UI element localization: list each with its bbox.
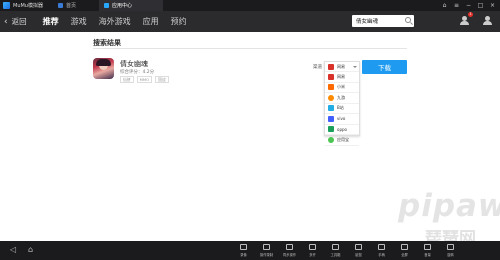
home-window-icon[interactable]: ⌂: [441, 0, 448, 11]
macro-icon: [263, 244, 270, 250]
chevron-left-icon: ‹: [4, 16, 8, 27]
camera-icon: [240, 244, 247, 250]
minimize-icon[interactable]: −: [465, 0, 472, 11]
menu-icon[interactable]: ≡: [453, 0, 460, 11]
bottom-bar: ◁ ⌂ 录像 操作录制 同步操作 多开 工具箱 键鼠 手柄 全屏 音量 旋转: [0, 241, 500, 260]
nav-tab-overseas-games[interactable]: 海外游戏: [99, 16, 131, 27]
vivo-icon: [328, 115, 334, 122]
search-input[interactable]: 倩女幽魂: [352, 15, 414, 27]
chevron-down-icon: [353, 65, 357, 68]
channel-label: 渠道: [313, 65, 322, 70]
rotate-icon: [447, 244, 454, 250]
channel-dropdown[interactable]: 网易 网易 小米 九游 B站 vivo oppo 应用宝: [324, 61, 360, 146]
game-tag: 国战: [155, 76, 169, 83]
home-tab-icon: [57, 3, 63, 8]
tool-macro-record[interactable]: 操作录制: [255, 242, 278, 257]
keyboard-icon: [355, 244, 362, 250]
netease-icon: [328, 63, 334, 70]
fullscreen-icon: [401, 244, 408, 250]
tab-app-center[interactable]: 应用中心: [98, 0, 163, 11]
back-label: 返回: [11, 17, 27, 26]
tool-multi-instance[interactable]: 多开: [301, 242, 324, 257]
channel-option-label: 小米: [337, 84, 345, 90]
channel-option-oppo[interactable]: oppo: [325, 125, 359, 135]
nav-tab-reservation[interactable]: 预约: [171, 16, 187, 27]
search-input-value: 倩女幽魂: [356, 19, 379, 25]
tool-rotate[interactable]: 旋转: [439, 242, 462, 257]
netease-icon: [328, 73, 334, 80]
jiuyou-icon: [328, 94, 334, 101]
tool-sync-operation[interactable]: 同步操作: [278, 242, 301, 257]
tool-volume[interactable]: 音量: [416, 242, 439, 257]
xiaomi-icon: [328, 84, 334, 91]
bilibili-icon: [328, 105, 334, 112]
sync-icon: [286, 244, 293, 250]
channel-option-bilibili[interactable]: B站: [325, 104, 359, 114]
channel-option-yingyongbao[interactable]: 应用宝: [325, 135, 359, 146]
android-back-icon[interactable]: ◁: [10, 245, 16, 254]
nav-tab-apps[interactable]: 应用: [143, 16, 159, 27]
close-icon[interactable]: ×: [489, 0, 496, 11]
tool-toolbox[interactable]: 工具箱: [324, 242, 347, 257]
bottom-toolbar: 录像 操作录制 同步操作 多开 工具箱 键鼠 手柄 全屏 音量 旋转: [232, 242, 462, 257]
toolbox-icon: [332, 244, 339, 250]
gamepad-icon: [378, 244, 385, 250]
volume-icon: [424, 244, 431, 250]
section-title: 搜索结果: [93, 39, 121, 47]
channel-option-jiuyou[interactable]: 九游: [325, 93, 359, 104]
oppo-icon: [328, 126, 334, 133]
channel-option-vivo[interactable]: vivo: [325, 114, 359, 125]
channel-option-label: 九游: [337, 94, 345, 100]
tab-home[interactable]: 首页: [53, 0, 81, 11]
tool-keymap[interactable]: 键鼠: [347, 242, 370, 257]
channel-option-label: oppo: [337, 126, 347, 132]
window-controls: ⌂ ≡ − □ ×: [441, 0, 496, 11]
app-title: MuMu模拟器: [13, 3, 43, 9]
android-home-icon[interactable]: ⌂: [28, 245, 33, 254]
notification-badge: 1: [468, 12, 473, 17]
game-tag: MMO: [136, 76, 153, 83]
nav-tabs: 推荐 游戏 海外游戏 应用 预约: [31, 16, 187, 27]
app-center-tab-icon: [103, 3, 109, 8]
tool-record-video[interactable]: 录像: [232, 242, 255, 257]
yingyongbao-icon: [328, 136, 334, 143]
tab-home-label: 首页: [65, 3, 76, 9]
search-icon[interactable]: [405, 17, 411, 23]
profile-icon[interactable]: [483, 16, 492, 26]
nav-bar: ‹ 返回 推荐 游戏 海外游戏 应用 预约 倩女幽魂: [0, 11, 500, 32]
game-tag: 仙侠: [120, 76, 134, 83]
download-button[interactable]: 下载: [362, 60, 407, 74]
section-divider: [93, 48, 407, 49]
back-button[interactable]: ‹ 返回: [4, 16, 27, 27]
multi-instance-icon: [309, 244, 316, 250]
tool-gamepad[interactable]: 手柄: [370, 242, 393, 257]
channel-option-netease[interactable]: 网易: [325, 72, 359, 83]
mumu-logo-icon: [3, 2, 10, 9]
nav-tab-recommend[interactable]: 推荐: [43, 16, 59, 27]
tab-app-center-label: 应用中心: [111, 3, 132, 9]
channel-option-label: vivo: [337, 116, 346, 122]
channel-selected-label: 网易: [337, 63, 345, 69]
channel-option-xiaomi[interactable]: 小米: [325, 83, 359, 93]
tool-fullscreen[interactable]: 全屏: [393, 242, 416, 257]
nav-tab-games[interactable]: 游戏: [71, 16, 87, 27]
channel-select-current[interactable]: 网易: [325, 62, 359, 72]
title-bar: MuMu模拟器 首页 应用中心 ⌂ ≡ − □ ×: [0, 0, 500, 11]
game-rating: 综合评分：4.2分: [120, 70, 155, 75]
user-account-icon[interactable]: [460, 16, 469, 26]
pipaw-watermark: pipaw: [398, 188, 500, 224]
maximize-icon[interactable]: □: [477, 0, 484, 11]
channel-option-label: 应用宝: [337, 136, 349, 142]
game-name[interactable]: 倩女幽魂: [120, 59, 148, 69]
game-icon[interactable]: [93, 58, 114, 79]
channel-option-label: B站: [337, 105, 344, 111]
channel-option-label: 网易: [337, 73, 345, 79]
game-tags: 仙侠 MMO 国战: [120, 76, 169, 83]
